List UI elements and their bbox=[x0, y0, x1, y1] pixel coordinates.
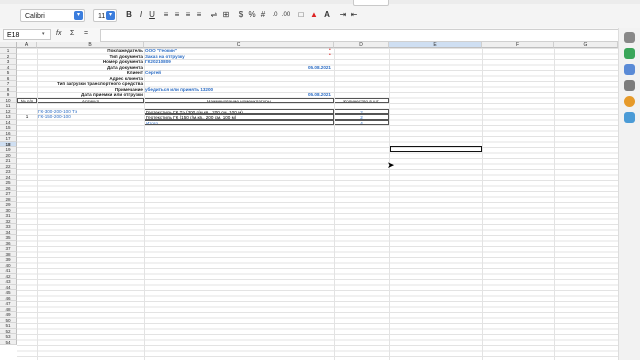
toolbar: Calibri ▾ 11 ▾ B I U ≡ ≡ ≡ ≡ ⇌ ⊞ $ % # .… bbox=[0, 0, 640, 29]
chevron-down-icon: ▾ bbox=[42, 31, 45, 37]
formula-bar: E18 ▾ fx Σ = bbox=[0, 28, 640, 43]
row-header-54[interactable]: 54 bbox=[0, 339, 17, 345]
warning-mark: • bbox=[329, 52, 331, 58]
mouse-cursor-icon: ➤ bbox=[387, 160, 395, 170]
percent-icon[interactable]: % bbox=[247, 10, 257, 20]
properties-icon[interactable] bbox=[624, 32, 635, 43]
toolbar-top-strip bbox=[0, 0, 640, 4]
outdent-icon[interactable]: ⇤ bbox=[349, 10, 359, 20]
document-date[interactable]: 05.08.2021 bbox=[280, 65, 332, 71]
column-divider bbox=[144, 48, 145, 360]
bold-button[interactable]: B bbox=[124, 10, 134, 20]
help-icon[interactable] bbox=[624, 112, 635, 123]
borders-icon[interactable]: □ bbox=[296, 10, 306, 20]
italic-button[interactable]: I bbox=[136, 10, 146, 20]
table-row-2-num[interactable]: 1 bbox=[17, 114, 37, 120]
font-color-icon[interactable]: A bbox=[322, 10, 332, 20]
formula-input[interactable] bbox=[100, 29, 622, 42]
table-header-num[interactable]: № п/п bbox=[17, 97, 37, 103]
gallery-icon[interactable] bbox=[624, 64, 635, 75]
styles-icon[interactable] bbox=[624, 48, 635, 59]
sidebar-deck bbox=[618, 28, 640, 360]
font-name-value: Calibri bbox=[25, 13, 45, 20]
decimal-icon[interactable]: .0 bbox=[270, 10, 280, 20]
sum-icon[interactable]: Σ bbox=[70, 30, 74, 37]
column-divider bbox=[389, 48, 390, 360]
equals-icon[interactable]: = bbox=[84, 30, 88, 37]
currency-icon[interactable]: $ bbox=[236, 10, 246, 20]
chevron-down-icon: ▾ bbox=[106, 11, 115, 20]
navigator-icon[interactable] bbox=[624, 80, 635, 91]
chevron-down-icon: ▾ bbox=[74, 11, 83, 20]
selected-cell[interactable] bbox=[390, 146, 482, 152]
align-right-icon[interactable]: ≡ bbox=[183, 10, 193, 20]
font-name-select[interactable]: Calibri ▾ bbox=[20, 9, 85, 22]
column-header-d[interactable]: D bbox=[334, 42, 389, 48]
column-divider bbox=[554, 48, 555, 360]
style-box[interactable] bbox=[353, 0, 389, 6]
cell-reference: E18 bbox=[7, 32, 20, 39]
underline-button[interactable]: U bbox=[147, 10, 157, 20]
table-header-name[interactable]: Наименование номенклатуры bbox=[144, 97, 334, 103]
spreadsheet-grid[interactable]: ABCDEFG 1 2 3 4 5 6 7 8 9 10 11 12 13 14 15 16 17 18 19 20 2… bbox=[0, 42, 618, 360]
decimal-remove-icon[interactable]: .00 bbox=[281, 10, 291, 20]
column-header-e[interactable]: E bbox=[389, 42, 482, 48]
merge-cells-icon[interactable]: ⊞ bbox=[221, 10, 231, 20]
indent-icon[interactable]: ⇥ bbox=[338, 10, 348, 20]
table-total-label[interactable]: Итого bbox=[144, 119, 334, 125]
table-row-2-sku[interactable]: ГК-150-200-100 bbox=[37, 114, 144, 120]
function-wizard-icon[interactable]: fx bbox=[56, 30, 61, 37]
table-total-qty[interactable]: 4 bbox=[334, 119, 389, 125]
align-left-icon[interactable]: ≡ bbox=[161, 10, 171, 20]
align-justify-icon[interactable]: ≡ bbox=[194, 10, 204, 20]
align-center-icon[interactable]: ≡ bbox=[172, 10, 182, 20]
table-header-qty[interactable]: Количество в шт. bbox=[334, 97, 389, 103]
functions-icon[interactable] bbox=[624, 96, 635, 107]
column-divider bbox=[482, 48, 483, 360]
table-header-sku[interactable]: Артикул bbox=[37, 97, 144, 103]
column-header-g[interactable]: G bbox=[554, 42, 618, 48]
highlight-color-icon[interactable]: ▲ bbox=[309, 10, 319, 20]
font-size-value: 11 bbox=[98, 13, 106, 20]
column-header-f[interactable]: F bbox=[482, 42, 554, 48]
name-box[interactable]: E18 ▾ bbox=[3, 29, 51, 40]
font-size-select[interactable]: 11 ▾ bbox=[93, 9, 117, 22]
column-divider bbox=[37, 48, 38, 360]
wrap-text-icon[interactable]: ⇌ bbox=[209, 10, 219, 20]
column-divider bbox=[334, 48, 335, 360]
number-format-icon[interactable]: # bbox=[258, 10, 268, 20]
